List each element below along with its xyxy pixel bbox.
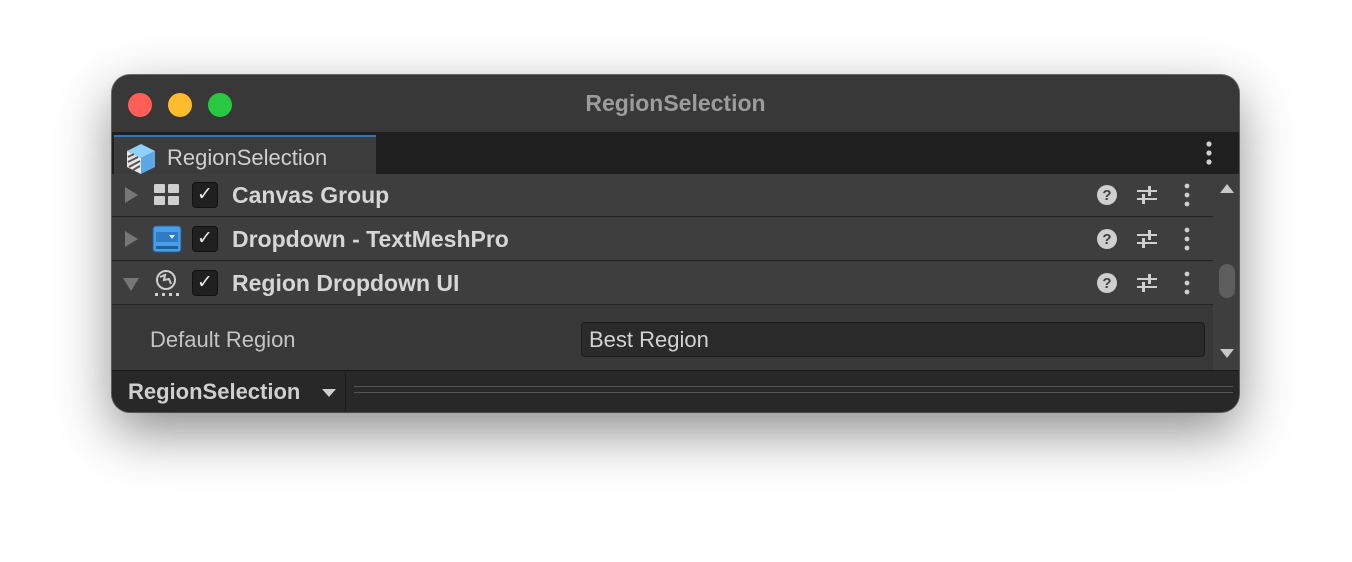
property-label: Default Region xyxy=(150,327,296,352)
scroll-thumb[interactable] xyxy=(1219,264,1235,298)
component-menu-icon[interactable] xyxy=(1175,227,1199,251)
foldout-arrow-icon[interactable] xyxy=(123,278,139,291)
component-title: Region Dropdown UI xyxy=(232,270,460,296)
component-menu-icon[interactable] xyxy=(1175,183,1199,207)
script-icon xyxy=(155,270,179,296)
presets-icon[interactable] xyxy=(1135,183,1159,207)
presets-icon[interactable] xyxy=(1135,271,1159,295)
resize-handle[interactable] xyxy=(354,386,1233,393)
property-row-default-region: Default Region Best Region xyxy=(112,304,1213,372)
component-enabled-checkbox[interactable]: ✓ xyxy=(192,226,218,252)
more-options-icon[interactable] xyxy=(1205,140,1213,166)
scroll-up-icon[interactable] xyxy=(1220,184,1234,193)
dropdown-icon xyxy=(152,225,182,253)
help-icon[interactable]: ? xyxy=(1095,227,1119,251)
component-title: Dropdown - TextMeshPro xyxy=(232,226,509,252)
default-region-field[interactable]: Best Region xyxy=(581,322,1205,357)
canvas-group-icon xyxy=(154,184,179,205)
chevron-down-icon xyxy=(322,389,336,397)
component-title: Canvas Group xyxy=(232,182,390,208)
object-selector-label: RegionSelection xyxy=(128,379,301,404)
prefab-cube-icon xyxy=(127,144,155,174)
help-icon[interactable]: ? xyxy=(1095,183,1119,207)
component-header-dropdown[interactable]: ✓ Dropdown - TextMeshPro ? xyxy=(112,218,1213,261)
presets-icon[interactable] xyxy=(1135,227,1159,251)
tab-bar: RegionSelection xyxy=(112,132,1239,174)
component-header-region-dropdown-ui[interactable]: ✓ Region Dropdown UI ? xyxy=(112,262,1213,305)
foldout-arrow-icon[interactable] xyxy=(125,187,138,203)
foldout-arrow-icon[interactable] xyxy=(125,231,138,247)
help-icon[interactable]: ? xyxy=(1095,271,1119,295)
scroll-down-icon[interactable] xyxy=(1220,349,1234,358)
bottom-bar: RegionSelection xyxy=(112,370,1239,412)
inspector-content: ✓ Canvas Group ? ✓ Dropdown - TextMeshPr… xyxy=(112,174,1239,370)
tab-regionselection[interactable]: RegionSelection xyxy=(114,135,376,174)
component-header-canvas-group[interactable]: ✓ Canvas Group ? xyxy=(112,174,1213,217)
tab-label: RegionSelection xyxy=(167,145,328,170)
vertical-scrollbar[interactable] xyxy=(1213,174,1239,370)
component-enabled-checkbox[interactable]: ✓ xyxy=(192,270,218,296)
window-title: RegionSelection xyxy=(585,90,766,116)
title-bar[interactable]: RegionSelection xyxy=(112,75,1239,132)
inspector-window: RegionSelection RegionSelection ✓ Canvas… xyxy=(112,75,1239,412)
svg-text:?: ? xyxy=(1102,187,1111,204)
svg-text:?: ? xyxy=(1102,275,1111,292)
component-menu-icon[interactable] xyxy=(1175,271,1199,295)
component-enabled-checkbox[interactable]: ✓ xyxy=(192,182,218,208)
object-selector-dropdown[interactable]: RegionSelection xyxy=(120,373,346,411)
svg-text:?: ? xyxy=(1102,231,1111,248)
